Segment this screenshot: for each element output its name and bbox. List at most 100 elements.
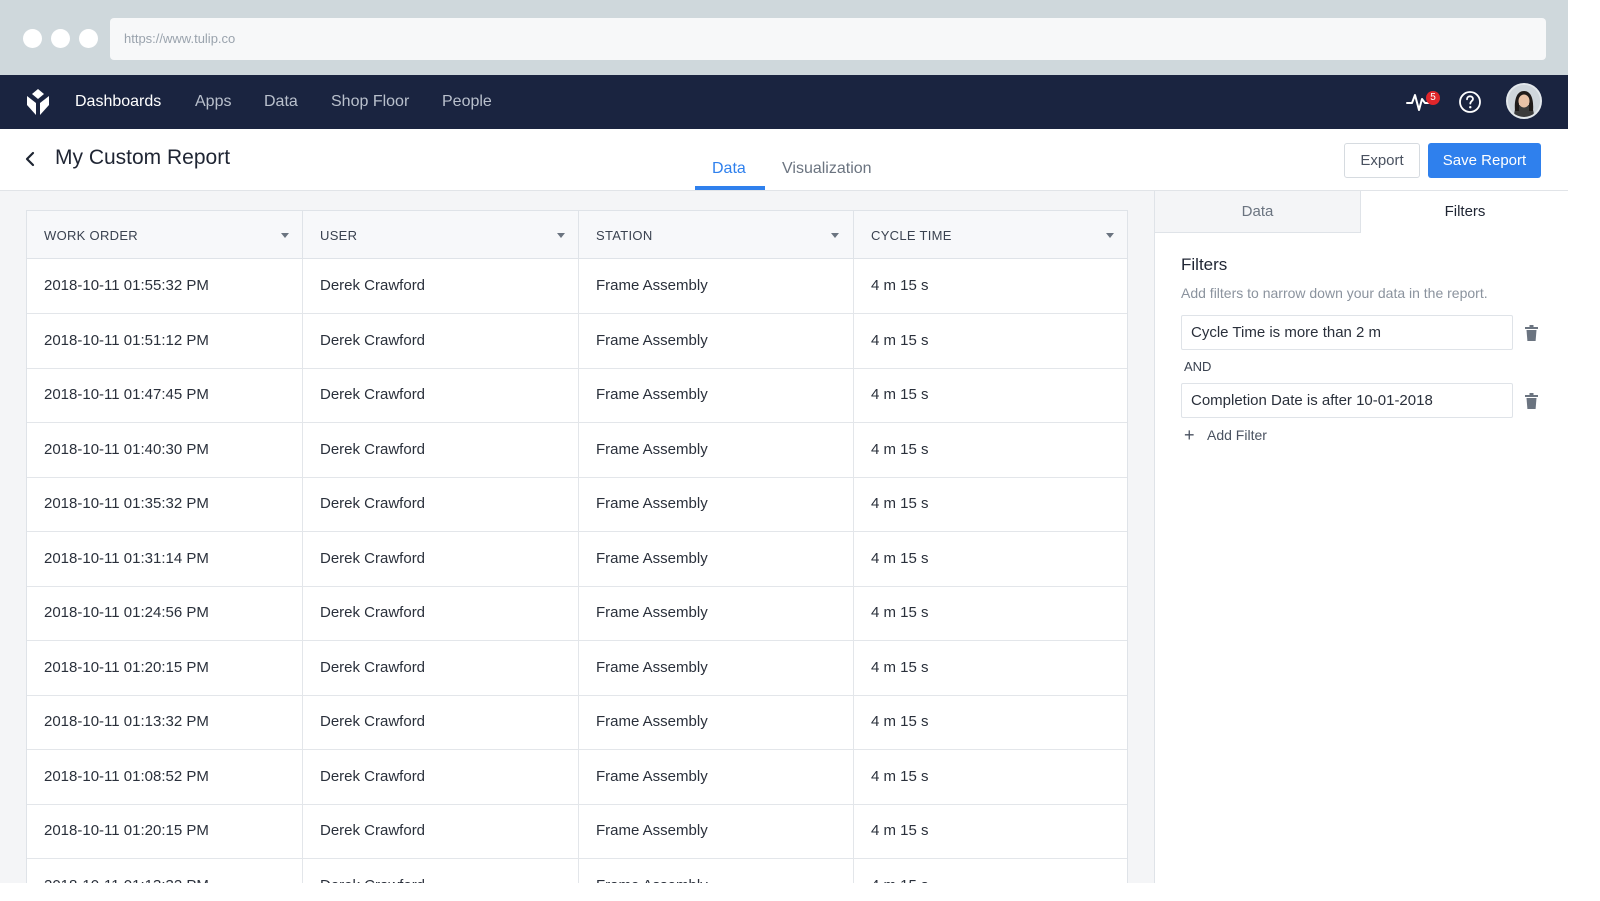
user-cell: Derek Crawford xyxy=(303,640,579,695)
notification-badge: 5 xyxy=(1426,91,1440,105)
sort-caret-icon[interactable] xyxy=(281,233,289,238)
top-nav: Dashboards Apps Data Shop Floor People xyxy=(0,75,1568,129)
column-header-station[interactable]: STATION xyxy=(579,211,854,259)
station-cell: Frame Assembly xyxy=(579,477,854,531)
station-cell: Frame Assembly xyxy=(579,586,854,640)
panel-tab-filters[interactable]: Filters xyxy=(1361,191,1568,233)
table-row[interactable]: 2018-10-11 01:13:32 PMDerek CrawfordFram… xyxy=(27,858,1127,883)
cycle-time-cell: 4 m 15 s xyxy=(871,822,929,839)
cycle-time-cell: 4 m 15 s xyxy=(871,440,929,458)
nav-item-people[interactable]: People xyxy=(442,75,492,129)
browser-chrome: https://www.tulip.co xyxy=(0,0,1568,75)
delete-filter-1-icon[interactable] xyxy=(1525,325,1538,341)
cycle-time-cell: 4 m 15 s xyxy=(871,713,929,730)
user-cell: Derek Crawford xyxy=(303,368,579,422)
user-cell: Derek Crawford xyxy=(303,586,579,640)
table-row[interactable]: 2018-10-11 01:24:56 PM Derek Crawford Fram… xyxy=(27,586,1127,641)
table-row[interactable]: 2018-10-11 01:08:52 PM Derek Crawford Fram… xyxy=(27,749,1127,805)
delete-filter-2-icon[interactable] xyxy=(1525,393,1538,409)
active-tab-indicator xyxy=(695,186,765,190)
tulip-logo-icon[interactable] xyxy=(24,88,52,116)
table-row[interactable]: 2018-10-11 01:47:45 PM Derek Crawford Fram… xyxy=(27,368,1127,423)
window-maximize-dot[interactable] xyxy=(79,29,98,48)
report-table: WORK ORDER USER STATION CYCLE TIME 2018-… xyxy=(26,210,1128,883)
work-order-cell: 2018-10-11 01:13:32 PM xyxy=(27,695,303,749)
station-cell: Frame Assembly xyxy=(579,422,854,477)
tab-data[interactable]: Data xyxy=(712,160,746,178)
filters-description: Add filters to narrow down your data in … xyxy=(1181,285,1488,301)
cycle-time-cell: 4 m 15 s xyxy=(871,386,929,403)
station-cell: Frame Assembly xyxy=(579,368,854,422)
sort-caret-icon[interactable] xyxy=(1106,233,1114,238)
filter-condition-1[interactable]: Cycle Time is more than 2 m xyxy=(1181,315,1513,350)
plus-icon: + xyxy=(1184,425,1195,445)
window-minimize-dot[interactable] xyxy=(51,29,70,48)
work-order-cell: 2018-10-11 01:24:56 PM xyxy=(27,586,303,640)
work-order-cell: 2018-10-11 01:13:32 PM xyxy=(27,858,303,883)
panel-tab-data[interactable]: Data xyxy=(1155,191,1361,233)
cycle-time-cell: 4 m 15 s xyxy=(871,604,929,621)
table-row[interactable]: 2018-10-11 01:31:14 PM Derek Crawford Fram… xyxy=(27,531,1127,587)
station-cell: Frame Assembly xyxy=(579,313,854,368)
column-header-cycle-time[interactable]: CYCLE TIME xyxy=(854,211,1127,259)
sort-caret-icon[interactable] xyxy=(831,233,839,238)
export-button[interactable]: Export xyxy=(1344,143,1420,178)
nav-item-dashboards[interactable]: Dashboards xyxy=(75,75,161,129)
station-cell: Frame Assembly xyxy=(579,259,854,313)
work-order-cell: 2018-10-11 01:40:30 PM xyxy=(27,422,303,477)
nav-item-apps[interactable]: Apps xyxy=(195,75,231,129)
filter-panel: Data Filters Filters Add filters to narr… xyxy=(1154,191,1568,883)
back-chevron-icon[interactable] xyxy=(22,149,38,169)
column-header-label: STATION xyxy=(596,228,653,243)
work-order-cell: 2018-10-11 01:55:32 PM xyxy=(27,259,303,313)
column-header-label: CYCLE TIME xyxy=(871,228,952,243)
cycle-time-cell: 4 m 15 s xyxy=(871,277,929,294)
work-order-cell: 2018-10-11 01:51:12 PM xyxy=(27,313,303,368)
sort-caret-icon[interactable] xyxy=(557,233,565,238)
filter-joiner: AND xyxy=(1184,359,1212,374)
column-header-work-order[interactable]: WORK ORDER xyxy=(27,211,303,259)
table-row[interactable]: 2018-10-11 01:20:15 PM Derek Crawford Fram… xyxy=(27,640,1127,696)
cycle-time-cell: 4 m 15 s xyxy=(871,658,929,676)
user-cell: Derek Crawford xyxy=(303,804,579,858)
table-row[interactable]: 2018-10-11 01:51:12 PM Derek Crawford Fram… xyxy=(27,313,1127,369)
user-cell: Derek Crawford xyxy=(303,477,579,531)
user-cell: Derek Crawford xyxy=(303,422,579,477)
station-cell: Frame Assembly xyxy=(579,531,854,586)
work-order-cell: 2018-10-11 01:47:45 PM xyxy=(27,368,303,422)
column-header-user[interactable]: USER xyxy=(303,211,579,259)
user-avatar[interactable] xyxy=(1506,83,1542,119)
station-cell: Frame Assembly xyxy=(579,804,854,858)
url-bar[interactable]: https://www.tulip.co xyxy=(110,18,1546,60)
user-cell: Derek Crawford xyxy=(303,695,579,749)
table-row[interactable]: 2018-10-11 01:35:32 PM Derek Crawford Fram… xyxy=(27,477,1127,532)
table-row[interactable]: 2018-10-11 01:13:32 PMDerek CrawfordFram… xyxy=(27,695,1127,750)
user-cell: Derek Crawford xyxy=(303,749,579,804)
cycle-time-cell: 4 m 15 s xyxy=(871,331,929,349)
help-icon[interactable] xyxy=(1458,90,1482,114)
work-order-cell: 2018-10-11 01:08:52 PM xyxy=(27,749,303,804)
filters-heading: Filters xyxy=(1181,255,1228,274)
add-filter-label: Add Filter xyxy=(1207,427,1267,443)
save-report-button[interactable]: Save Report xyxy=(1428,143,1541,178)
station-cell: Frame Assembly xyxy=(579,749,854,804)
table-row[interactable]: 2018-10-11 01:55:32 PM Derek Crawford Fram… xyxy=(27,259,1127,314)
tab-visualization[interactable]: Visualization xyxy=(782,160,872,178)
filter-condition-2[interactable]: Completion Date is after 10-01-2018 xyxy=(1181,383,1513,418)
work-order-cell: 2018-10-11 01:20:15 PM xyxy=(27,640,303,695)
work-order-cell: 2018-10-11 01:20:15 PM xyxy=(27,804,303,858)
work-order-cell: 2018-10-11 01:35:32 PM xyxy=(27,477,303,531)
table-row[interactable]: 2018-10-11 01:20:15 PM Derek Crawford Fram… xyxy=(27,804,1127,859)
nav-item-data[interactable]: Data xyxy=(264,75,298,129)
nav-item-shop-floor[interactable]: Shop Floor xyxy=(331,75,409,129)
column-header-label: WORK ORDER xyxy=(44,228,138,243)
work-order-cell: 2018-10-11 01:31:14 PM xyxy=(27,531,303,586)
station-cell: Frame Assembly xyxy=(579,640,854,695)
report-header: My Custom Report Data Visualization Expo… xyxy=(0,129,1568,191)
cycle-time-cell: 4 m 15 s xyxy=(871,549,929,567)
user-cell: Derek Crawford xyxy=(303,313,579,368)
add-filter-button[interactable]: + Add Filter xyxy=(1184,425,1267,446)
table-row[interactable]: 2018-10-11 01:40:30 PM Derek Crawford Fram… xyxy=(27,422,1127,478)
cycle-time-cell: 4 m 15 s xyxy=(871,495,929,512)
window-close-dot[interactable] xyxy=(23,29,42,48)
